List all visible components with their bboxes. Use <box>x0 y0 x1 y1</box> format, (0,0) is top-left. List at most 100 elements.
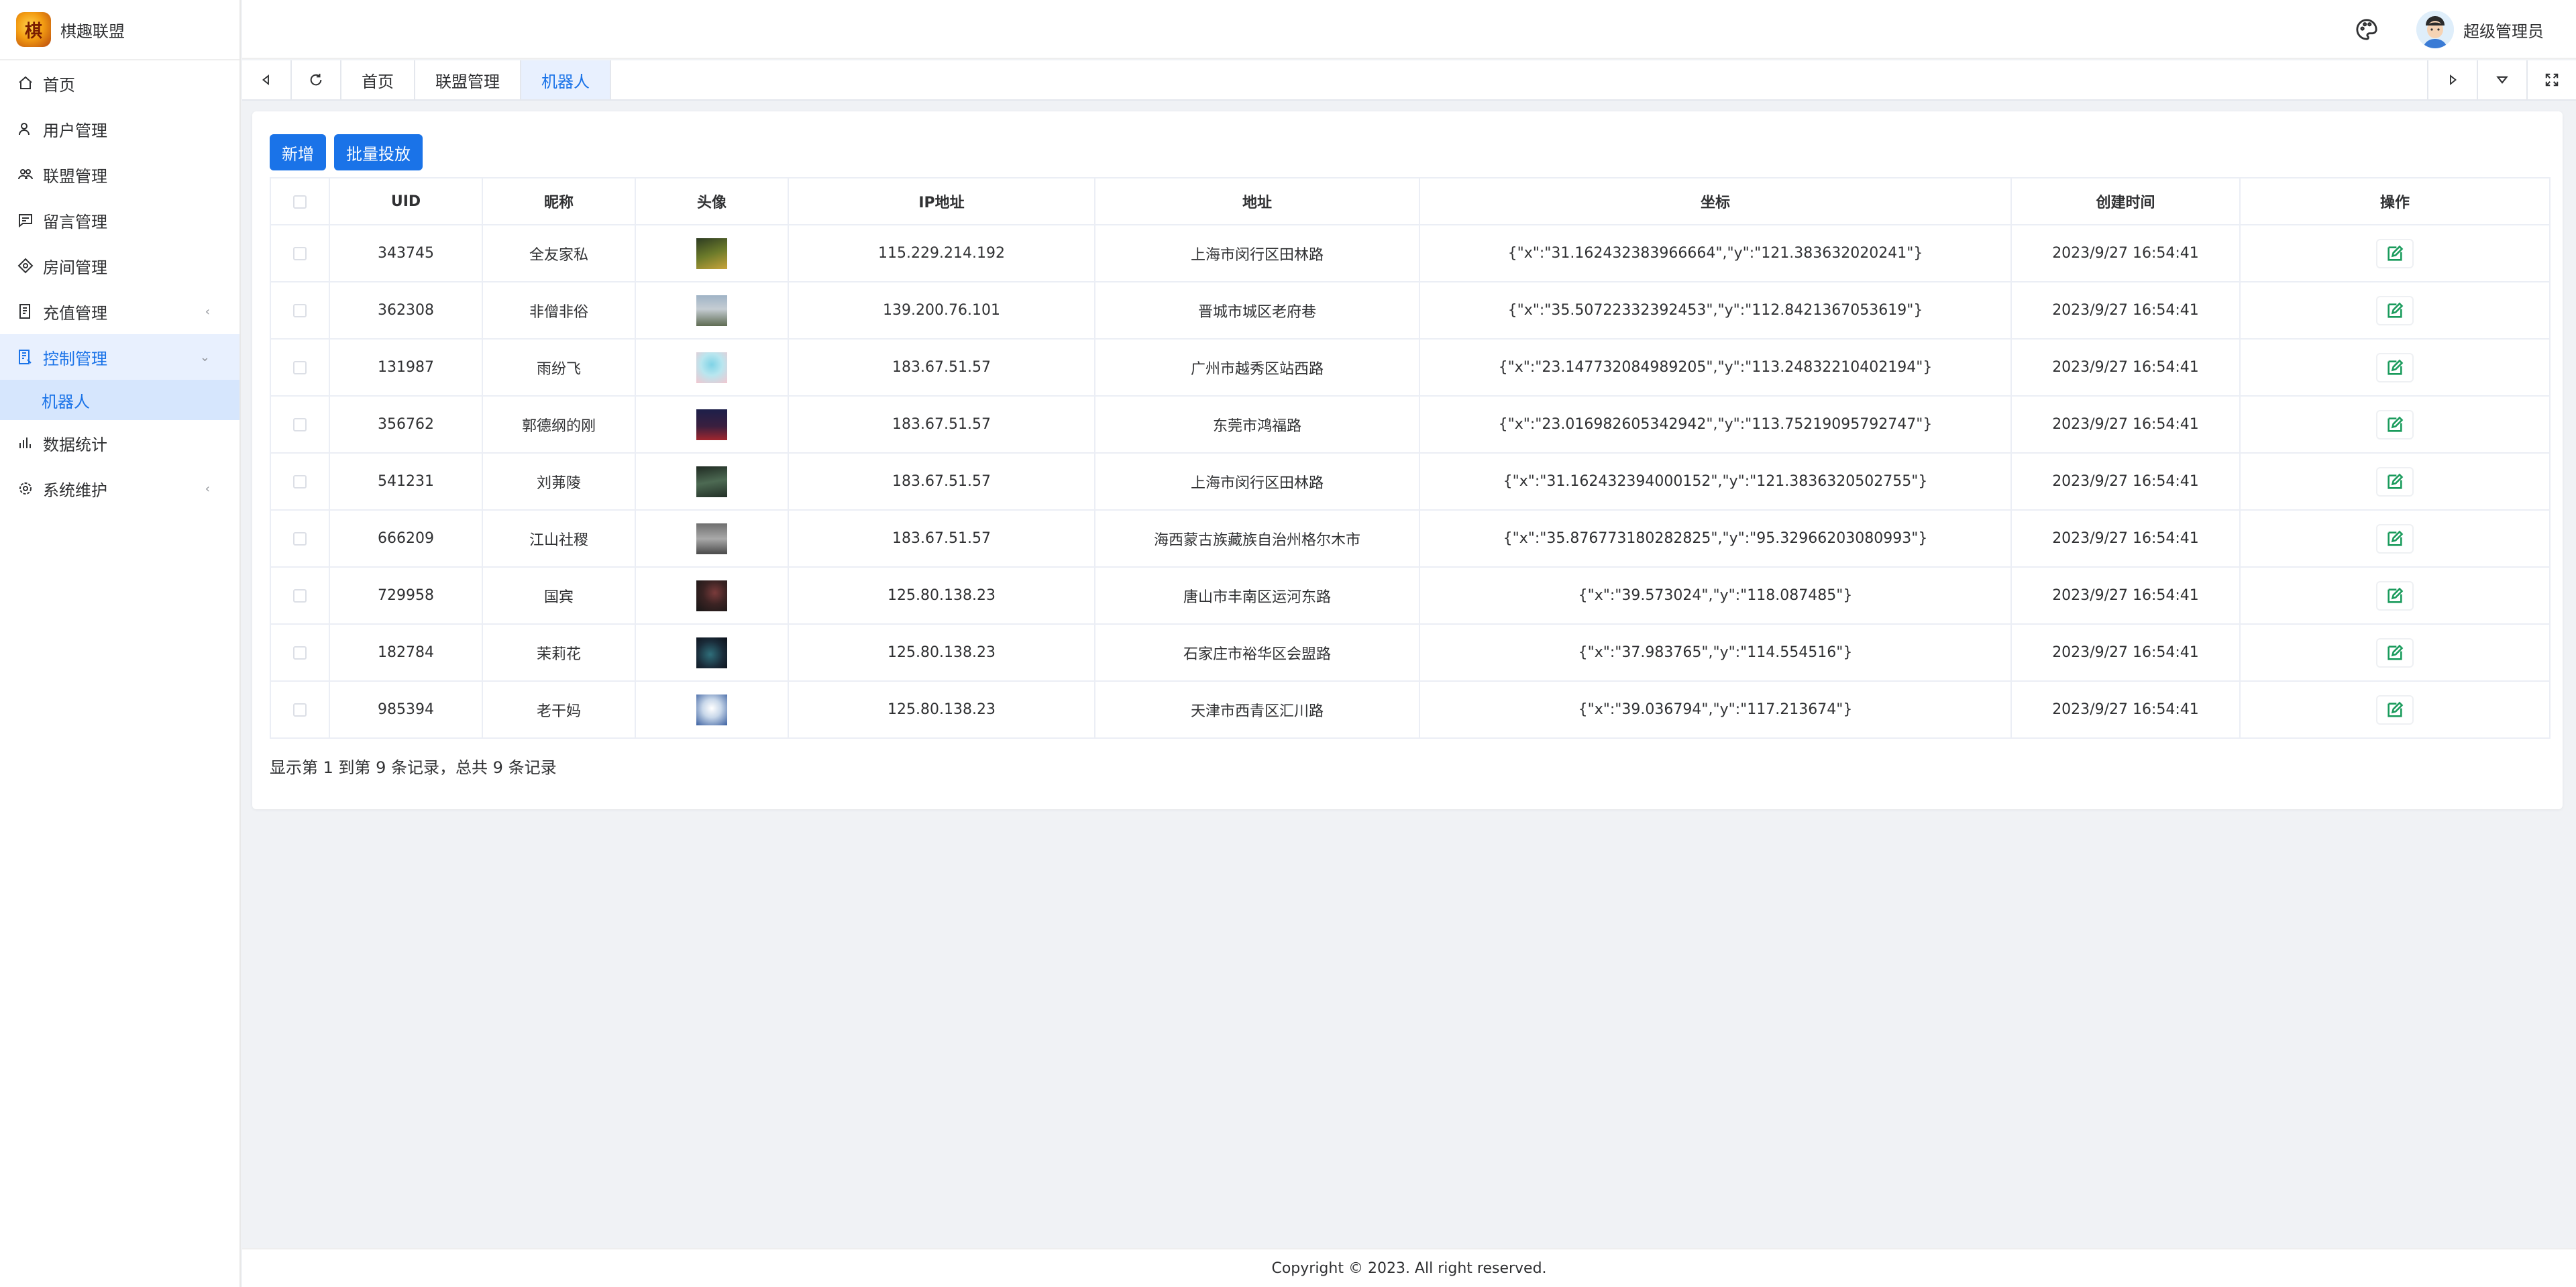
batch-deploy-button[interactable]: 批量投放 <box>334 134 423 170</box>
actions-cell <box>2239 680 2551 739</box>
column-header-uid[interactable]: UID <box>329 177 483 225</box>
avatar-thumbnail[interactable] <box>696 523 727 554</box>
column-header-avatar[interactable]: 头像 <box>635 177 789 225</box>
edit-button[interactable] <box>2376 409 2414 440</box>
edit-button[interactable] <box>2376 466 2414 497</box>
tab-scroll-right-button[interactable] <box>2427 60 2477 99</box>
uid-cell: 182784 <box>329 623 483 682</box>
uid-cell: 541231 <box>329 452 483 511</box>
tab-robot[interactable]: 机器人 <box>521 60 611 99</box>
sidebar-item-messages[interactable]: 留言管理 <box>0 197 239 243</box>
avatar-thumbnail[interactable] <box>696 637 727 668</box>
column-header-nickname[interactable]: 昵称 <box>482 177 636 225</box>
sidebar-item-home[interactable]: 首页 <box>0 60 239 106</box>
nickname-cell: 国宾 <box>482 566 636 625</box>
table-row[interactable]: 666209 江山社稷 183.67.51.57 海西蒙古族藏族自治州格尔木市 … <box>270 509 2551 568</box>
avatar-cell <box>635 281 789 340</box>
edit-icon <box>2387 359 2404 375</box>
sidebar-item-system[interactable]: 系统维护 ‹ <box>0 466 239 511</box>
column-header-address[interactable]: 地址 <box>1094 177 1420 225</box>
tab-alliance[interactable]: 联盟管理 <box>415 60 521 99</box>
sidebar-item-statistics[interactable]: 数据统计 <box>0 420 239 466</box>
refresh-button[interactable] <box>292 60 341 99</box>
row-checkbox[interactable] <box>293 475 307 488</box>
nickname-cell: 江山社稷 <box>482 509 636 568</box>
sidebar-item-rooms[interactable]: 房间管理 <box>0 243 239 289</box>
avatar-cell <box>635 566 789 625</box>
ip-cell: 125.80.138.23 <box>788 566 1095 625</box>
tab-label: 首页 <box>362 72 394 91</box>
avatar-thumbnail[interactable] <box>696 352 727 383</box>
table-row[interactable]: 729958 国宾 125.80.138.23 唐山市丰南区运河东路 {"x":… <box>270 566 2551 625</box>
row-checkbox[interactable] <box>293 532 307 546</box>
user-icon <box>16 119 35 138</box>
avatar-thumbnail[interactable] <box>696 238 727 269</box>
created-time-cell: 2023/9/27 16:54:41 <box>2010 509 2241 568</box>
edit-icon <box>2387 245 2404 261</box>
edit-button[interactable] <box>2376 523 2414 554</box>
chevron-down-icon: ⌄ <box>199 350 210 364</box>
tab-menu-button[interactable] <box>2477 60 2526 99</box>
table-header-row: UID 昵称 头像 IP地址 地址 坐标 创建时间 操作 <box>270 177 2551 225</box>
avatar-thumbnail[interactable] <box>696 409 727 440</box>
row-checkbox[interactable] <box>293 418 307 431</box>
created-time-cell: 2023/9/27 16:54:41 <box>2010 452 2241 511</box>
sidebar-item-robot[interactable]: 机器人 <box>0 380 239 420</box>
fullscreen-button[interactable] <box>2526 60 2576 99</box>
sidebar-item-control[interactable]: 控制管理 ⌄ <box>0 334 239 380</box>
row-checkbox[interactable] <box>293 589 307 603</box>
avatar-thumbnail[interactable] <box>696 466 727 497</box>
avatar-cell <box>635 395 789 454</box>
edit-button[interactable] <box>2376 238 2414 268</box>
edit-button[interactable] <box>2376 694 2414 725</box>
avatar-thumbnail[interactable] <box>696 295 727 326</box>
address-cell: 上海市闵行区田林路 <box>1094 224 1420 282</box>
edit-button[interactable] <box>2376 580 2414 611</box>
row-checkbox[interactable] <box>293 646 307 660</box>
sidebar-item-alliance[interactable]: 联盟管理 <box>0 152 239 197</box>
message-icon <box>16 211 35 229</box>
sidebar-item-users[interactable]: 用户管理 <box>0 106 239 152</box>
avatar[interactable] <box>2416 11 2454 48</box>
actions-cell <box>2239 338 2551 397</box>
nickname-cell: 刘茀陵 <box>482 452 636 511</box>
column-header-ip[interactable]: IP地址 <box>788 177 1095 225</box>
table-row[interactable]: 182784 茉莉花 125.80.138.23 石家庄市裕华区会盟路 {"x"… <box>270 623 2551 682</box>
sidebar-menu: 首页 用户管理 联盟管理 留言管理 房间管理 充值管理 ‹ 控制管理 ⌄ 机器人… <box>0 60 239 511</box>
row-checkbox[interactable] <box>293 361 307 374</box>
created-time-cell: 2023/9/27 16:54:41 <box>2010 623 2241 682</box>
edit-button[interactable] <box>2376 295 2414 325</box>
edit-button[interactable] <box>2376 637 2414 668</box>
table-row[interactable]: 131987 雨纷飞 183.67.51.57 广州市越秀区站西路 {"x":"… <box>270 338 2551 397</box>
actions-cell <box>2239 566 2551 625</box>
app-logo-area[interactable]: 棋 棋趣联盟 <box>0 0 239 60</box>
table-row[interactable]: 985394 老干妈 125.80.138.23 天津市西青区汇川路 {"x":… <box>270 680 2551 739</box>
ip-cell: 115.229.214.192 <box>788 224 1095 282</box>
column-header-actions: 操作 <box>2239 177 2551 225</box>
palette-icon[interactable] <box>2351 13 2383 46</box>
table-row[interactable]: 541231 刘茀陵 183.67.51.57 上海市闵行区田林路 {"x":"… <box>270 452 2551 511</box>
address-cell: 广州市越秀区站西路 <box>1094 338 1420 397</box>
username[interactable]: 超级管理员 <box>2463 18 2544 42</box>
tab-scroll-left-button[interactable] <box>242 60 292 99</box>
table-row[interactable]: 362308 非僧非俗 139.200.76.101 晋城市城区老府巷 {"x"… <box>270 281 2551 340</box>
table-row[interactable]: 343745 全友家私 115.229.214.192 上海市闵行区田林路 {"… <box>270 224 2551 282</box>
edit-icon <box>2387 302 2404 318</box>
uid-cell: 362308 <box>329 281 483 340</box>
add-button[interactable]: 新增 <box>270 134 326 170</box>
table-row[interactable]: 356762 郭德纲的刚 183.67.51.57 东莞市鸿福路 {"x":"2… <box>270 395 2551 454</box>
select-all-checkbox[interactable] <box>293 195 307 209</box>
tab-home[interactable]: 首页 <box>341 60 415 99</box>
row-checkbox[interactable] <box>293 304 307 317</box>
sidebar-item-recharge[interactable]: 充值管理 ‹ <box>0 289 239 334</box>
address-cell: 石家庄市裕华区会盟路 <box>1094 623 1420 682</box>
created-time-cell: 2023/9/27 16:54:41 <box>2010 680 2241 739</box>
column-header-coordinates[interactable]: 坐标 <box>1419 177 2012 225</box>
sidebar-item-label: 用户管理 <box>43 121 107 140</box>
avatar-thumbnail[interactable] <box>696 694 727 725</box>
edit-button[interactable] <box>2376 352 2414 382</box>
column-header-created-time[interactable]: 创建时间 <box>2010 177 2241 225</box>
row-checkbox[interactable] <box>293 247 307 260</box>
avatar-thumbnail[interactable] <box>696 580 727 611</box>
row-checkbox[interactable] <box>293 703 307 717</box>
